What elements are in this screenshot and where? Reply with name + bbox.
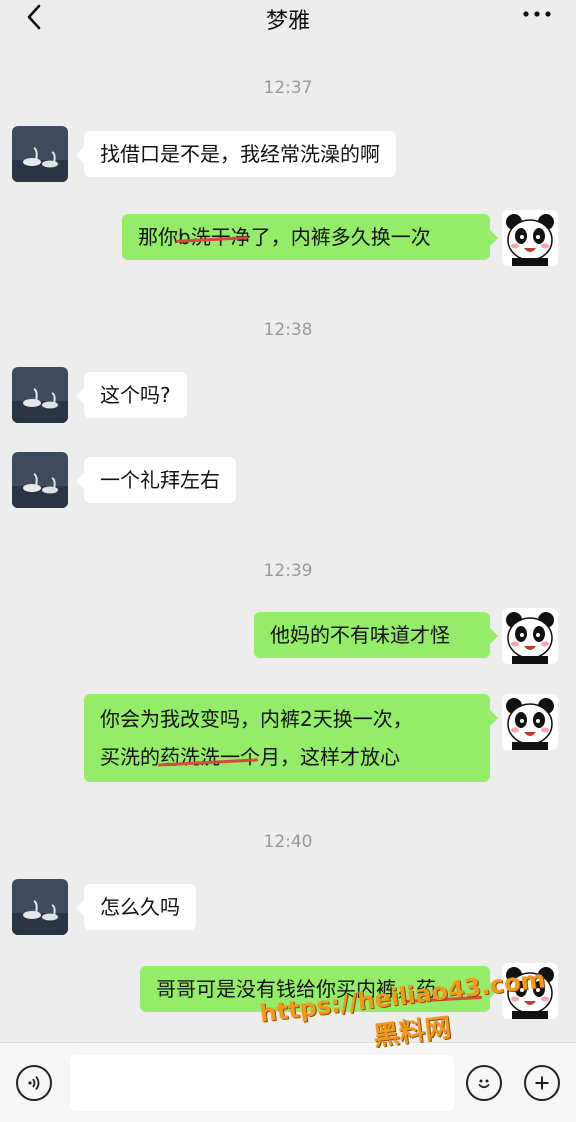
message-bubble-received[interactable]: 找借口是不是，我经常洗澡的啊 xyxy=(76,131,396,177)
plus-button[interactable] xyxy=(524,1065,560,1101)
contact-avatar[interactable] xyxy=(12,452,68,508)
message-line: 买洗的药洗洗一个月，这样才放心 xyxy=(100,745,400,769)
message-bubble-sent[interactable]: 他妈的不有味道才怪 xyxy=(254,612,498,658)
chat-header: 梦雅 xyxy=(0,0,576,40)
timestamp: 12:40 xyxy=(263,832,313,852)
my-avatar[interactable] xyxy=(502,608,558,664)
emoji-button[interactable] xyxy=(466,1065,502,1101)
contact-avatar[interactable] xyxy=(12,879,68,935)
message-bubble-received[interactable]: 怎么久吗 xyxy=(76,884,196,930)
voice-icon xyxy=(28,1075,40,1091)
message-bubble-received[interactable]: 这个吗? xyxy=(76,372,187,418)
message-bubble-sent[interactable]: 那你b洗干净了，内裤多久换一次 xyxy=(122,214,498,260)
my-avatar[interactable] xyxy=(502,694,558,750)
message-line: 你会为我改变吗，内裤2天换一次， xyxy=(100,707,413,731)
more-dots-icon xyxy=(523,11,551,17)
timestamp: 12:38 xyxy=(263,320,313,340)
timestamp: 12:39 xyxy=(263,561,313,581)
plus-icon xyxy=(535,1076,549,1090)
message-input[interactable] xyxy=(70,1055,454,1111)
message-text: 那你b洗干净了，内裤多久换一次 xyxy=(138,225,431,249)
voice-button[interactable] xyxy=(16,1065,52,1101)
contact-avatar[interactable] xyxy=(12,367,68,423)
message-bubble-received[interactable]: 一个礼拜左右 xyxy=(76,457,236,503)
chat-title: 梦雅 xyxy=(265,9,310,34)
timestamp: 12:37 xyxy=(263,78,313,98)
my-avatar[interactable] xyxy=(502,210,558,266)
contact-avatar[interactable] xyxy=(12,126,68,182)
more-button[interactable] xyxy=(520,0,554,30)
emoji-icon xyxy=(478,1079,490,1089)
message-bubble-sent[interactable]: 你会为我改变吗，内裤2天换一次， 买洗的药洗洗一个月，这样才放心 xyxy=(84,694,498,782)
